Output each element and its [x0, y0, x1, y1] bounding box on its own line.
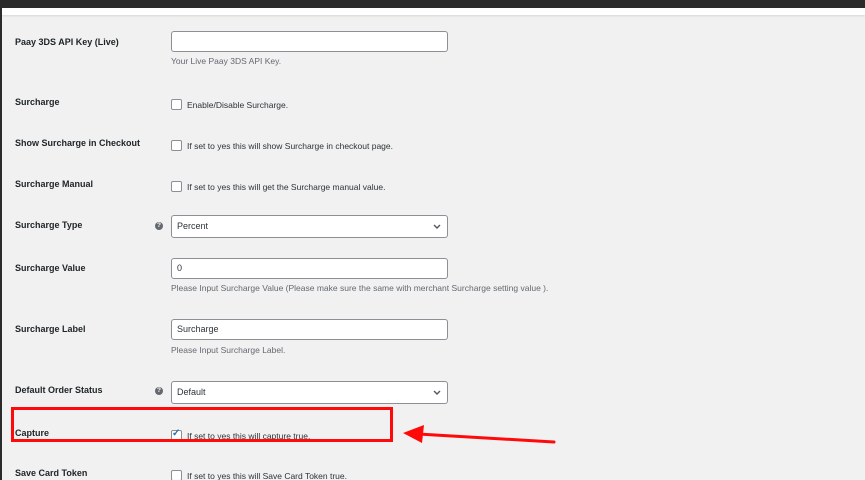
annotation-arrow [403, 425, 556, 444]
